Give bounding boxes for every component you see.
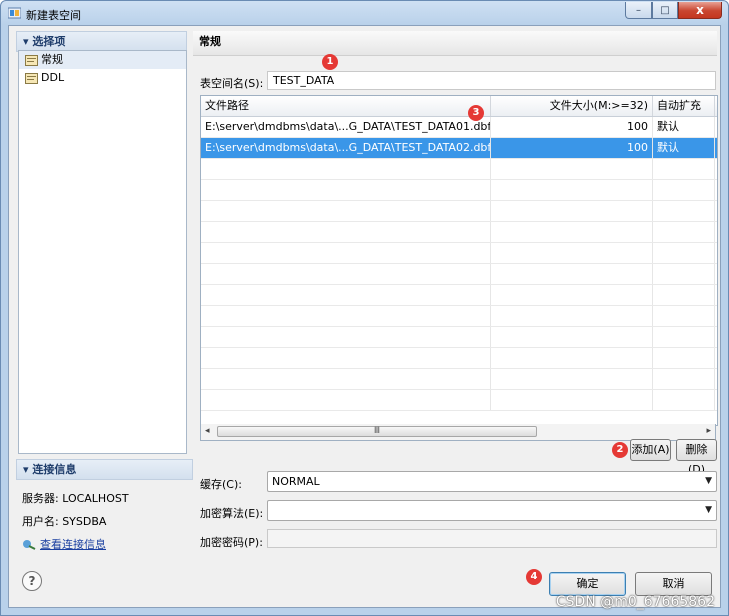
watermark: CSDN @m0_67665862 [555,594,715,610]
column-header-size[interactable]: 文件大小(M:>=32) [491,96,653,116]
encrypt-algorithm-select[interactable]: ▼ [267,500,717,521]
table-row[interactable]: E:\server\dmdbms\data\...G_DATA\TEST_DAT… [201,117,717,138]
right-pane: 常规 表空间名(S): TEST_DATA 1 文件路径 文件大小(M:>=32… [193,31,718,581]
cell-autoextend: 默认 [653,138,715,158]
view-connection-link[interactable]: 查看连接信息 [40,536,106,552]
table-header: 文件路径 文件大小(M:>=32) 自动扩充 [201,96,717,117]
encrypt-password-input[interactable] [267,529,717,548]
collapse-arrow-icon: ▾ [23,35,33,48]
empty-row [201,201,717,222]
empty-row [201,348,717,369]
cancel-button[interactable]: 取消 [635,572,712,596]
help-icon[interactable]: ? [22,571,42,591]
collapse-arrow-icon: ▾ [23,463,33,476]
add-button[interactable]: 添加(A) [630,439,671,461]
connection-header-label: 连接信息 [32,463,77,476]
cell-size: 100 [491,117,653,137]
dialog-window: 新建表空间 – □ x ▾ 选择项 常规 DDL ▾ 连接信息 服务器: LOC… [0,0,729,616]
scrollbar-thumb[interactable]: Ⅲ [217,426,537,437]
empty-row [201,222,717,243]
table-row[interactable]: E:\server\dmdbms\data\...G_DATA\TEST_DAT… [201,138,717,159]
tree-item-label: DDL [41,71,65,84]
scroll-left-icon[interactable]: ◂ [205,426,210,436]
title-bar[interactable]: 新建表空间 – □ x [1,1,728,25]
maximize-button[interactable]: □ [652,2,678,19]
minimize-button[interactable]: – [625,2,652,19]
delete-button[interactable]: 删除(D) [676,439,717,476]
empty-row [201,306,717,327]
tablespace-name-label: 表空间名(S): [200,77,264,90]
left-pane: ▾ 选择项 常规 DDL ▾ 连接信息 服务器: LOCALHOST 用户名: … [16,31,193,551]
chevron-down-icon: ▼ [705,476,712,486]
empty-row [201,285,717,306]
chevron-down-icon: ▼ [705,505,712,515]
tree-item-ddl[interactable]: DDL [19,69,186,87]
scroll-right-icon[interactable]: ▸ [706,426,711,436]
empty-row [201,369,717,390]
options-tree: 常规 DDL [18,50,187,454]
page-title: 常规 [193,31,717,56]
encrypt-password-label: 加密密码(P): [200,536,263,549]
annotation-badge-3: 3 [468,105,484,121]
tablespace-app-icon [8,7,21,19]
cell-size: 100 [491,138,653,158]
page-icon [25,72,38,84]
minimize-icon: – [636,4,641,16]
tree-item-label: 常规 [41,53,63,66]
connection-section-header[interactable]: ▾ 连接信息 [16,459,193,480]
close-icon: x [696,3,704,17]
cell-path: E:\server\dmdbms\data\...G_DATA\TEST_DAT… [201,117,491,137]
column-header-autoextend[interactable]: 自动扩充 [653,96,715,116]
options-header-label: 选择项 [32,35,66,48]
empty-row [201,243,717,264]
page-icon [25,54,38,66]
annotation-badge-1: 1 [322,54,338,70]
ok-button[interactable]: 确定 [549,572,626,596]
maximize-icon: □ [660,4,670,16]
cache-select[interactable]: NORMAL ▼ [267,471,717,492]
connection-icon [23,540,36,550]
datafile-table: 文件路径 文件大小(M:>=32) 自动扩充 E:\server\dmdbms\… [200,95,718,426]
empty-row [201,390,717,411]
user-info: 用户名: SYSDBA [22,515,107,528]
empty-row [201,327,717,348]
empty-row [201,159,717,180]
view-connection-row: 查看连接信息 [22,536,106,552]
server-info: 服务器: LOCALHOST [22,492,129,505]
tree-item-general[interactable]: 常规 [19,51,186,69]
tablespace-name-input[interactable]: TEST_DATA [267,71,716,90]
close-button[interactable]: x [678,2,722,19]
options-section-header[interactable]: ▾ 选择项 [16,31,187,52]
cell-path: E:\server\dmdbms\data\...G_DATA\TEST_DAT… [201,138,491,158]
empty-row [201,180,717,201]
empty-row [201,264,717,285]
column-header-path[interactable]: 文件路径 [201,96,491,116]
cache-label: 缓存(C): [200,478,242,491]
window-title: 新建表空间 [26,9,81,22]
cell-autoextend: 默认 [653,117,715,137]
cache-select-value: NORMAL [272,475,320,488]
encrypt-algorithm-label: 加密算法(E): [200,507,264,520]
dialog-client: ▾ 选择项 常规 DDL ▾ 连接信息 服务器: LOCALHOST 用户名: … [8,25,721,608]
annotation-badge-2: 2 [612,442,628,458]
annotation-badge-4: 4 [526,569,542,585]
